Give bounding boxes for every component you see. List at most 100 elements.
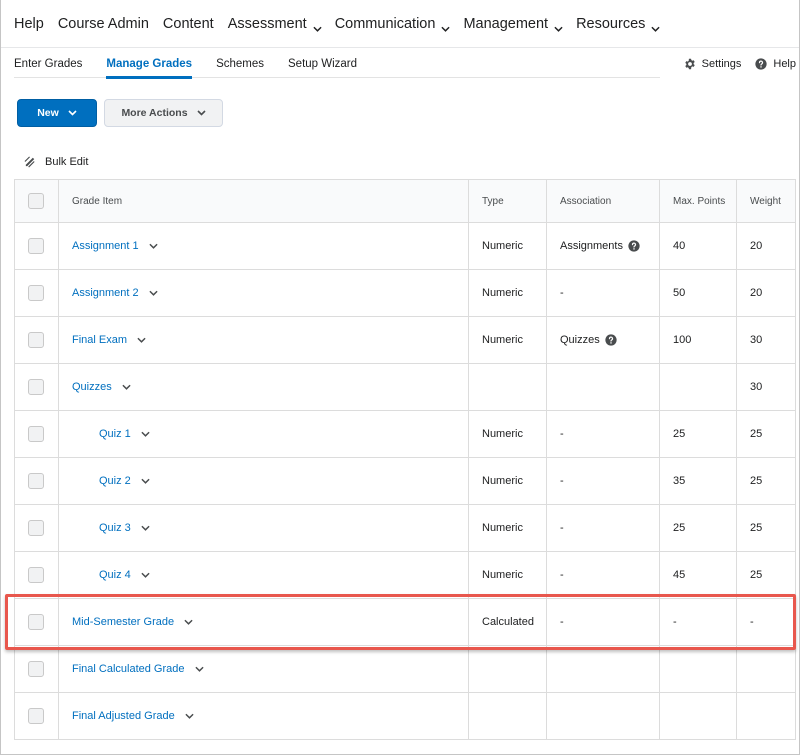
grade-item-link[interactable]: Final Adjusted Grade (72, 710, 194, 722)
grade-item-cell: Mid-Semester Grade (58, 598, 469, 646)
weight-cell: - (736, 598, 796, 646)
row-checkbox[interactable] (28, 708, 44, 724)
weight-cell: 25 (736, 457, 796, 505)
row-checkbox[interactable] (28, 426, 44, 442)
table-row: Final Adjusted Grade (14, 692, 796, 740)
table-row: Quiz 4 Numeric - 45 25 (14, 551, 796, 599)
grade-item-link[interactable]: Quiz 1 (99, 428, 150, 440)
grade-item-name: Quiz 1 (99, 428, 131, 440)
association-cell: - (546, 457, 660, 505)
chevron-down-icon (184, 619, 193, 625)
top-navigation-bar: Help Course Admin Content Assessment Communi… (0, 0, 800, 48)
max-points-cell: 100 (659, 316, 737, 364)
grade-item-link[interactable]: Mid-Semester Grade (72, 616, 193, 628)
grade-item-menu-toggle[interactable] (137, 334, 146, 346)
nav-item-communication[interactable]: Communication (335, 16, 451, 32)
grade-item-menu-toggle[interactable] (194, 663, 204, 675)
chevron-down-icon (141, 525, 150, 531)
grade-item-name: Final Adjusted Grade (72, 710, 175, 722)
row-checkbox[interactable] (28, 661, 44, 677)
grade-item-link[interactable]: Quiz 4 (99, 569, 150, 581)
grade-item-menu-toggle[interactable] (141, 428, 150, 440)
row-checkbox[interactable] (28, 520, 44, 536)
grade-item-menu-toggle[interactable] (184, 616, 193, 628)
grade-item-name: Quiz 2 (99, 475, 131, 487)
new-button[interactable]: New (17, 99, 97, 127)
nav-item-help[interactable]: Help (14, 16, 44, 32)
grade-item-link[interactable]: Final Exam (72, 334, 146, 346)
nav-item-content[interactable]: Content (163, 16, 214, 32)
table-row: Assignment 2 Numeric - 50 20 (14, 269, 796, 317)
grade-item-menu-toggle[interactable] (149, 240, 158, 252)
tab-schemes[interactable]: Schemes (216, 50, 264, 78)
help-icon[interactable] (628, 240, 640, 252)
type-cell: Numeric (468, 222, 547, 270)
type-cell (468, 645, 547, 693)
row-checkbox[interactable] (28, 567, 44, 583)
association-value: Quizzes (560, 334, 617, 346)
association-value: - (560, 616, 564, 628)
nav-item-management[interactable]: Management (463, 16, 563, 32)
table-row: Final Calculated Grade (14, 645, 796, 693)
type-cell: Numeric (468, 269, 547, 317)
chevron-down-icon-wrap (651, 20, 660, 32)
nav-item-course-admin[interactable]: Course Admin (58, 16, 149, 32)
settings-link[interactable]: Settings (684, 58, 741, 70)
chevron-down-icon (651, 26, 660, 32)
grade-item-link[interactable]: Assignment 2 (72, 287, 158, 299)
grade-item-menu-toggle[interactable] (149, 287, 158, 299)
grade-item-menu-toggle[interactable] (141, 522, 150, 534)
tab-enter-grades[interactable]: Enter Grades (14, 50, 82, 78)
row-checkbox[interactable] (28, 332, 44, 348)
grade-item-link[interactable]: Quizzes (72, 381, 131, 393)
chevron-down-icon (137, 337, 146, 343)
grade-item-link[interactable]: Quiz 3 (99, 522, 150, 534)
chevron-down-icon (196, 110, 206, 116)
header-association: Association (546, 179, 660, 223)
table-row: Quizzes 30 (14, 363, 796, 411)
row-select-cell (14, 269, 59, 317)
row-checkbox[interactable] (28, 379, 44, 395)
association-value: - (560, 287, 564, 299)
max-points-cell: 45 (659, 551, 737, 599)
nav-item-resources[interactable]: Resources (576, 16, 660, 32)
grade-item-cell: Final Exam (58, 316, 469, 364)
row-checkbox[interactable] (28, 614, 44, 630)
tab-manage-grades[interactable]: Manage Grades (106, 50, 193, 79)
row-checkbox[interactable] (28, 285, 44, 301)
max-points-cell: 40 (659, 222, 737, 270)
row-checkbox[interactable] (28, 473, 44, 489)
nav-item-assessment[interactable]: Assessment (227, 15, 322, 32)
chevron-down-icon-wrap (441, 20, 451, 32)
grade-item-cell: Quiz 2 (58, 457, 469, 505)
chevron-down-icon-wrap (313, 20, 322, 32)
type-cell (468, 363, 547, 411)
grade-item-link[interactable]: Assignment 1 (72, 240, 158, 252)
row-select-cell (14, 457, 59, 505)
grade-item-menu-toggle[interactable] (141, 569, 150, 581)
type-cell: Numeric (468, 410, 547, 458)
grade-item-link[interactable]: Quiz 2 (99, 475, 150, 487)
grade-items-table: Grade Item Type Association Max. Points … (14, 179, 796, 740)
grade-item-cell: Quiz 1 (58, 410, 469, 458)
grade-item-menu-toggle[interactable] (185, 710, 194, 722)
max-points-cell: - (659, 598, 737, 646)
row-select-cell (14, 598, 59, 646)
help-link[interactable]: Help (755, 58, 796, 70)
table-row: Mid-Semester Grade Calculated - - - (14, 598, 796, 646)
nav-item-label: Assessment (227, 15, 307, 32)
type-cell: Calculated (468, 598, 547, 646)
header-grade-item[interactable]: Grade Item (58, 179, 469, 223)
row-checkbox[interactable] (28, 238, 44, 254)
grade-item-link[interactable]: Final Calculated Grade (72, 663, 204, 675)
tab-setup-wizard[interactable]: Setup Wizard (288, 50, 357, 78)
bulk-edit-button[interactable]: Bulk Edit (24, 155, 88, 168)
grade-item-menu-toggle[interactable] (122, 381, 131, 393)
max-points-cell (659, 645, 737, 693)
grade-item-menu-toggle[interactable] (141, 475, 150, 487)
association-label: - (560, 475, 564, 487)
help-icon[interactable] (605, 334, 617, 346)
association-cell (546, 363, 660, 411)
select-all-checkbox[interactable] (28, 193, 44, 209)
more-actions-button[interactable]: More Actions (104, 99, 223, 127)
